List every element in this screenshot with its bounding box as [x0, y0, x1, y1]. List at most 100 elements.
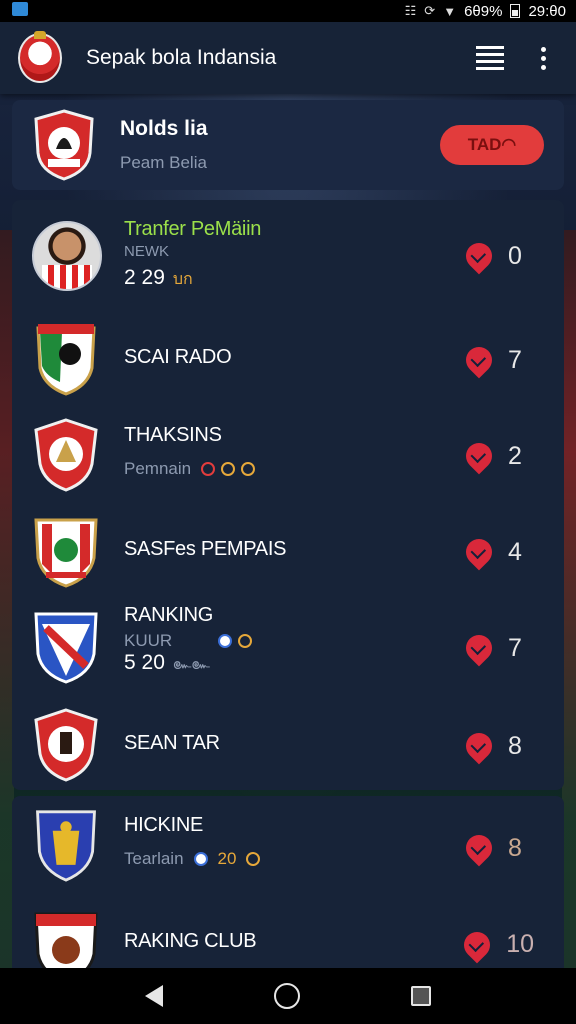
- club-crest: [34, 708, 98, 782]
- favorite-count[interactable]: 8: [460, 829, 534, 867]
- list-item-line2: KUUR: [124, 631, 173, 650]
- heart-pin-icon: [460, 727, 498, 765]
- app-title: Sepak bola Indansia: [86, 46, 277, 69]
- count-value: 0: [508, 241, 522, 270]
- recents-icon[interactable]: [410, 986, 431, 1006]
- list-item-line2: NEWK: [124, 243, 169, 260]
- header-action-button[interactable]: TAD◠: [440, 125, 544, 165]
- status-time: 29:θ0: [528, 2, 566, 20]
- more-dot: [540, 64, 546, 70]
- count-value: 2: [508, 441, 522, 470]
- hamburger-menu-button[interactable]: [470, 38, 510, 78]
- status-left: [12, 2, 28, 20]
- count-value: 10: [506, 930, 534, 958]
- list-item-line2-row: KUUR: [124, 631, 253, 651]
- count-value: 7: [508, 345, 522, 374]
- club-crest: [34, 418, 98, 492]
- badge-icon: [201, 462, 216, 476]
- header-club-crest: [34, 109, 94, 181]
- list-item-value: 2 29: [124, 266, 165, 289]
- badge-icon: [246, 852, 261, 866]
- more-vert-icon: [540, 46, 546, 52]
- favorite-count[interactable]: 4: [460, 533, 534, 571]
- list-item-tag: ๛๛: [172, 656, 210, 673]
- header-text: Nolds lia Peam Belia: [120, 117, 440, 173]
- hamburger-line: [476, 67, 504, 70]
- list-item-value-line: 5 20 ๛๛: [124, 651, 252, 677]
- count-value: 8: [508, 833, 522, 862]
- list-item-subtitle-line: Pemnain: [124, 459, 256, 479]
- heart-pin-icon: [460, 629, 498, 667]
- list-item-extra: 20: [217, 849, 237, 868]
- list-item-club[interactable]: THAKSINS Pemnain 2: [12, 408, 564, 504]
- mini-badges: [201, 462, 256, 476]
- list-item-text: SCAI RADO: [124, 346, 232, 369]
- list-item-text: HICKINE Tearlain 20: [124, 814, 261, 869]
- club-crest: [36, 324, 96, 396]
- favorite-count[interactable]: 7: [460, 341, 534, 379]
- list-item-club[interactable]: SASFes PEMPAIS 4: [12, 504, 564, 600]
- list-item-club[interactable]: HICKINE Tearlain 20 8: [12, 800, 564, 896]
- hamburger-line: [476, 53, 504, 56]
- favorite-count[interactable]: 7: [460, 629, 534, 667]
- list-item-subtitle-line: Tearlain 20: [124, 849, 261, 869]
- list-item-text: THAKSINS Pemnain: [124, 424, 256, 479]
- club-list-continued: HICKINE Tearlain 20 8 RAKING CLUB 10: [12, 796, 564, 970]
- list-item-ranking[interactable]: RANKING KUUR 5 20 ๛๛ 7: [12, 600, 564, 696]
- list-item-text: SASFes PEMPAIS: [124, 538, 286, 561]
- favorite-count[interactable]: 2: [460, 437, 534, 475]
- club-crest: [34, 612, 98, 684]
- list-item-title: SCAI RADO: [124, 346, 232, 368]
- notification-app-icon: [12, 2, 28, 16]
- favorite-count[interactable]: 0: [460, 237, 534, 275]
- list-item-club[interactable]: RAKING CLUB 10: [12, 896, 564, 970]
- heart-pin-icon: [460, 341, 498, 379]
- status-right: ☷ ⟳ ▼ 6θ9% 29:θ0: [405, 3, 566, 20]
- favorite-count[interactable]: 8: [460, 727, 534, 765]
- battery-icon: [510, 4, 521, 18]
- list-item-subtitle: Tearlain: [124, 849, 184, 868]
- header-card[interactable]: Nolds lia Peam Belia TAD◠: [12, 100, 564, 190]
- list-item-text: RAKING CLUB: [124, 930, 257, 953]
- list-item-title: RANKING: [124, 604, 214, 626]
- list-item-title: RAKING CLUB: [124, 930, 257, 952]
- sync-icon: ⟳: [424, 3, 436, 18]
- list-item-club[interactable]: SEAN TAR 8: [12, 698, 564, 794]
- player-avatar: [32, 221, 102, 291]
- heart-pin-icon: [460, 829, 498, 867]
- list-item-value: 5 20: [124, 651, 165, 674]
- list-item-club[interactable]: SCAI RADO 7: [12, 312, 564, 408]
- list-item-text: SEAN TAR: [124, 732, 220, 755]
- mini-badges: [246, 852, 261, 866]
- heart-pin-icon: [460, 237, 498, 275]
- list-item-title: SASFes PEMPAIS: [124, 538, 287, 560]
- mini-badges: [193, 852, 208, 866]
- count-value: 8: [508, 731, 522, 760]
- hamburger-icon: [476, 46, 504, 49]
- club-crest: [36, 810, 96, 882]
- system-nav-bar: [0, 968, 576, 1024]
- app-logo: [18, 31, 62, 83]
- mini-badges: [218, 634, 253, 648]
- list-item-subtitle: Pemnain: [124, 459, 192, 478]
- list-item-title: Tranfer PeMäiin: [124, 218, 262, 240]
- list-item-text: RANKING KUUR 5 20 ๛๛: [124, 604, 253, 677]
- home-icon[interactable]: [273, 983, 300, 1009]
- vibrate-icon: ☷: [404, 3, 417, 18]
- battery-percent: 6θ9%: [464, 2, 503, 20]
- count-value: 4: [508, 537, 522, 566]
- header-subtitle: Peam Belia: [120, 153, 207, 172]
- heart-pin-icon: [460, 437, 498, 475]
- club-list: Tranfer PeMäiin NEWK 2 29 บก 0 SCAI RADO …: [12, 200, 564, 790]
- list-item-transfer[interactable]: Tranfer PeMäiin NEWK 2 29 บก 0: [12, 208, 564, 304]
- list-item-tag: บก: [172, 271, 193, 288]
- back-icon[interactable]: [145, 985, 164, 1007]
- hamburger-line: [476, 60, 504, 63]
- club-crest: [34, 912, 98, 970]
- favorite-count[interactable]: 10: [458, 926, 534, 963]
- more-options-button[interactable]: [528, 38, 558, 78]
- more-dot: [540, 55, 546, 61]
- badge-icon: [238, 634, 253, 648]
- badge-icon: [193, 852, 208, 866]
- list-item-text: Tranfer PeMäiin NEWK 2 29 บก: [124, 218, 261, 292]
